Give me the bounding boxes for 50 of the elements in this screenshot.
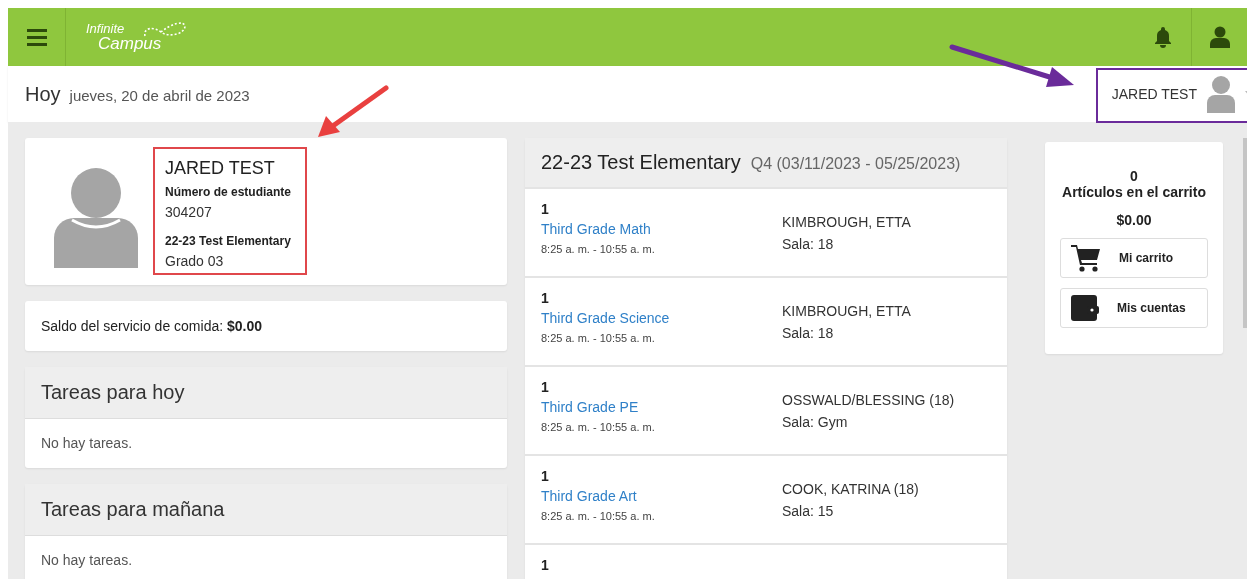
cart-icon xyxy=(1071,244,1101,272)
term-dates: Q4 (03/11/2023 - 05/25/2023) xyxy=(750,155,961,173)
room-text: Sala: Gym xyxy=(782,414,849,430)
room-text: Sala: 15 xyxy=(782,503,835,519)
room-text: Sala: 18 xyxy=(782,236,835,252)
room-text: Sala: 18 xyxy=(782,325,835,341)
period-number: 1 xyxy=(541,290,550,306)
cart-count: 0 xyxy=(1129,168,1139,184)
course-link[interactable]: Third Grade PE xyxy=(541,399,782,415)
page-title: Hoy xyxy=(25,82,61,106)
period-number: 1 xyxy=(541,201,550,217)
accounts-button[interactable]: Mis cuentas xyxy=(1060,288,1208,328)
avatar-icon xyxy=(1205,75,1237,113)
panel-title: Tareas para hoy xyxy=(41,381,185,403)
person-icon xyxy=(1208,26,1231,48)
cart-button[interactable]: Mi carrito xyxy=(1060,238,1208,278)
logo-text: Infinite xyxy=(86,22,126,35)
class-time: 8:25 a. m. - 10:55 a. m. xyxy=(541,332,656,344)
avatar-icon xyxy=(54,168,138,270)
grade-text: Grado 03 xyxy=(165,253,225,269)
student-id: 304207 xyxy=(165,204,213,220)
empty-message: No hay tareas. xyxy=(41,435,133,451)
menu-icon xyxy=(26,28,47,46)
cart-label: Artículos en el carrito xyxy=(1061,184,1207,200)
period-number: 1 xyxy=(541,379,550,395)
student-id-label: Número de estudiante xyxy=(165,185,292,199)
student-name: JARED TEST xyxy=(165,158,276,179)
date-text: jueves, 20 de abril de 2023 xyxy=(69,87,250,104)
school-name: 22-23 Test Elementary xyxy=(165,234,292,248)
course-link[interactable]: Third Grade Math xyxy=(541,221,782,237)
scrollbar[interactable] xyxy=(1243,138,1247,328)
teacher-name: COOK, KATRINA (18) xyxy=(782,481,919,497)
course-link[interactable]: Third Grade Science xyxy=(541,310,782,326)
schedule-school: 22-23 Test Elementary xyxy=(541,151,741,174)
bell-icon xyxy=(1153,26,1173,48)
food-balance-text: Saldo del servicio de comida: $0.00 xyxy=(41,318,263,334)
period-number: 1 xyxy=(541,557,550,573)
period-number: 1 xyxy=(541,468,550,484)
teacher-name: KIMBROUGH, ETTA xyxy=(782,214,911,230)
cart-total: $0.00 xyxy=(1115,212,1153,228)
teacher-name: OSSWALD/BLESSING (18) xyxy=(782,392,955,408)
panel-title: Tareas para mañana xyxy=(41,498,225,520)
course-link[interactable]: Third Grade Art xyxy=(541,488,782,504)
class-time: 8:25 a. m. - 10:55 a. m. xyxy=(541,243,656,255)
class-time: 8:25 a. m. - 10:55 a. m. xyxy=(541,421,656,433)
empty-message: No hay tareas. xyxy=(41,552,133,568)
class-time: 8:25 a. m. - 10:55 a. m. xyxy=(541,510,656,522)
wallet-icon xyxy=(1071,295,1099,321)
logo-text: Campus xyxy=(98,35,162,52)
teacher-name: KIMBROUGH, ETTA xyxy=(782,303,911,319)
